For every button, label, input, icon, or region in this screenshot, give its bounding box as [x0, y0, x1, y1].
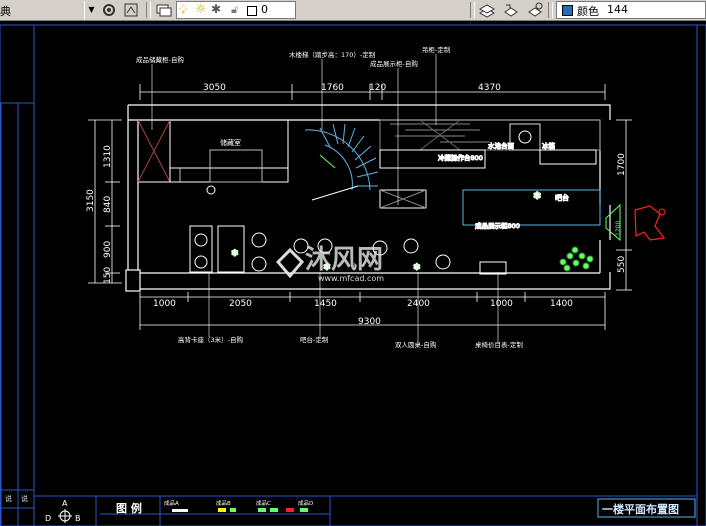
watermark-brand: 沐风网	[305, 245, 383, 275]
label-wall-cabinet: 吊柜-定制	[422, 45, 451, 54]
svg-text:说: 说	[5, 494, 12, 503]
dim-top-2: 1760	[321, 83, 344, 93]
layer-manager-icon[interactable]	[155, 1, 173, 19]
kitchen-area: 冷藏操作台800 冰箱 水池台面 成品展示柜800 吧台 ✽	[379, 119, 601, 231]
label-bar-counter: 吧台-定制	[300, 335, 329, 344]
dim-left-4: 150	[103, 267, 113, 284]
room-label-storage: 储藏室	[220, 138, 241, 147]
dim-left-3: 900	[103, 241, 113, 258]
color-label: 颜色	[577, 5, 599, 18]
compass-icon: A D B	[45, 499, 81, 523]
toolbar-separator	[470, 2, 475, 18]
dim-bottom-1: 1000	[153, 299, 176, 309]
layer-previous-icon[interactable]	[502, 1, 520, 19]
compass-a: A	[62, 499, 68, 508]
layer-state-icon[interactable]	[526, 1, 544, 19]
legend-items: 成品A 成品B 成品C 成品D	[164, 499, 313, 512]
sun-icon[interactable]: ☼	[195, 2, 207, 17]
label-stair: 木楼梯（踏步高：170）-定制	[289, 50, 376, 59]
make-layer-current-icon[interactable]	[478, 1, 496, 19]
toolbar-separator	[146, 2, 151, 18]
legend-item-2: 成品B	[216, 499, 231, 507]
lock-icon[interactable]: 🔓︎	[231, 3, 238, 17]
door-label: 1200	[615, 221, 622, 236]
svg-text:✽: ✽	[533, 191, 541, 202]
layer-color-swatch	[247, 6, 257, 16]
legend-item-1: 成品A	[164, 499, 179, 507]
table-style-icon[interactable]	[100, 1, 118, 19]
dim-right-2: 550	[617, 256, 627, 273]
dim-top-1: 3050	[203, 83, 226, 93]
dim-top-4: 4370	[478, 83, 501, 93]
watermark: 沐风网 www.mfcad.com	[275, 245, 384, 283]
dim-bottom-6: 1400	[550, 299, 573, 309]
room-label-cold-counter: 冷藏操作台800	[438, 153, 483, 162]
dim-left-2: 840	[103, 196, 113, 213]
label-round-table: 双人圆桌-自购	[395, 340, 437, 349]
dim-bottom-2: 2050	[229, 299, 252, 309]
entrance-marker: 1200	[605, 203, 666, 242]
dim-bottom-3: 1450	[314, 299, 337, 309]
room-label-display: 成品展示柜800	[475, 221, 520, 230]
toolbar: 典 ▼ 💡︎ ☼ ✱ 🔓︎ 0 颜色 144	[0, 0, 706, 21]
dim-bottom-4: 2400	[407, 299, 430, 309]
dim-top-3: 120	[369, 83, 386, 93]
drawing-title-block: 一楼平面布置图	[597, 498, 696, 518]
room-label-bar: 吧台	[555, 193, 569, 202]
dim-total: 9300	[358, 317, 381, 327]
svg-text:说: 说	[21, 494, 28, 503]
layer-combo[interactable]: 💡︎ ☼ ✱ 🔓︎ 0	[176, 1, 296, 19]
legend-item-3: 成品C	[256, 499, 271, 507]
color-value: 144	[607, 3, 628, 16]
freeze-viewport-icon[interactable]: ✱	[211, 2, 221, 16]
dim-right-1: 1700	[617, 153, 627, 176]
label-storage-cabinet: 成品储藏柜-自购	[136, 55, 184, 64]
dim-left-1: 1310	[103, 145, 113, 168]
spiral-staircase	[304, 123, 379, 201]
room-label-fridge: 冰箱	[542, 141, 556, 150]
legend-item-4: 成品D	[298, 499, 313, 507]
label-booth: 高背卡座（3米）-自购	[178, 335, 243, 344]
lightbulb-icon[interactable]: 💡︎	[179, 3, 187, 18]
drawing-title: 一楼平面布置图	[602, 502, 679, 516]
dim-left-total: 3150	[86, 189, 96, 212]
drawing-canvas[interactable]: 说 说 储藏室 冷藏操作台800 冰箱 水池台面 成品展示柜800 吧台 ✽ ✽…	[0, 21, 706, 526]
dim-bottom-5: 1000	[490, 299, 513, 309]
label-display-cabinet: 成品展示柜-自购	[370, 59, 418, 68]
color-swatch	[562, 5, 573, 16]
compass-d: D	[45, 514, 51, 523]
multileader-style-icon[interactable]	[122, 1, 140, 19]
legend-title: 图 例	[116, 501, 142, 515]
plant-cluster	[559, 246, 594, 272]
svg-text:✽: ✽	[231, 249, 239, 259]
storage-room: 储藏室	[137, 119, 289, 195]
compass-b: B	[75, 514, 81, 523]
text-style-combo[interactable]: 典	[0, 3, 11, 19]
color-combo[interactable]: 颜色 144	[556, 1, 706, 19]
watermark-url: www.mfcad.com	[318, 274, 384, 283]
layer-name: 0	[261, 3, 268, 16]
dropdown-arrow-icon[interactable]: ▼	[84, 1, 98, 19]
toolbar-separator	[548, 2, 553, 18]
room-label-sink: 水池台面	[488, 141, 515, 150]
svg-text:✽: ✽	[413, 263, 421, 273]
label-price-list: 桌椅价目表-定制	[475, 340, 523, 349]
